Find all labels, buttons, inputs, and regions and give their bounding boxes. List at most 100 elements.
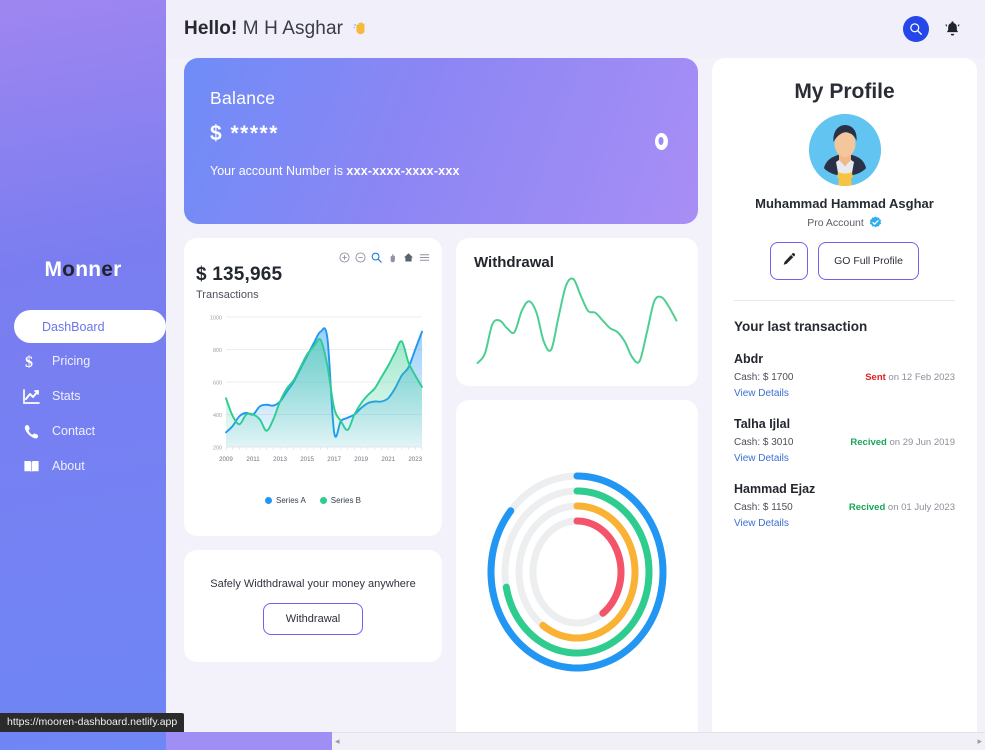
reset-zoom-icon[interactable] [403, 252, 414, 263]
transaction-line: Cash: $ 1700 Sent on 12 Feb 2023 [734, 372, 955, 383]
withdrawal-button[interactable]: Withdrawal [262, 602, 364, 635]
profile-name: Muhammad Hammad Asghar [755, 196, 934, 211]
account-type-label: Pro Account [807, 216, 864, 229]
transaction-meta: Recived on 01 July 2023 [849, 502, 955, 513]
list-item: Abdr Cash: $ 1700 Sent on 12 Feb 2023 Vi… [734, 352, 955, 399]
sidebar-bottom-edge [166, 732, 332, 750]
avatar [808, 114, 881, 186]
book-icon [22, 457, 41, 476]
radial-chart [477, 460, 677, 690]
svg-text:2019: 2019 [354, 456, 368, 463]
view-details-link[interactable]: View Details [734, 388, 955, 399]
transactions-area-chart: 200 400 600 800 1000 2009 2011 2013 2015 2017 2019… [196, 309, 430, 494]
brand-char-4: e [101, 258, 114, 281]
chart-legend: Series A Series B [196, 496, 430, 505]
go-full-profile-button[interactable]: GO Full Profile [818, 242, 919, 280]
brand-char-5: r [113, 258, 122, 281]
sidebar-item-label: Stats [52, 389, 81, 403]
svg-text:2009: 2009 [219, 456, 233, 463]
svg-text:200: 200 [213, 446, 222, 452]
search-icon[interactable] [903, 16, 929, 42]
svg-text:2013: 2013 [273, 456, 287, 463]
profile-panel: My Profile Muhammad Hammad Asghar Pro Ac… [712, 58, 977, 750]
profile-title: My Profile [794, 80, 895, 103]
view-details-link[interactable]: View Details [734, 518, 955, 529]
sidebar-item-about[interactable]: About [0, 449, 166, 483]
scroll-left-arrow[interactable]: ◂ [335, 736, 340, 747]
transaction-name: Abdr [734, 352, 764, 366]
sidebar-item-label: DashBoard [42, 319, 105, 334]
legend-label: Series A [275, 496, 306, 505]
profile-buttons: GO Full Profile [734, 242, 955, 280]
transaction-line: Cash: $ 1150 Recived on 01 July 2023 [734, 502, 955, 513]
legend-dot [264, 497, 272, 504]
legend-dot [319, 497, 327, 504]
svg-text:600: 600 [213, 381, 222, 387]
horizontal-scrollbar[interactable]: ◂ ▸ [332, 732, 985, 750]
edit-profile-button[interactable] [770, 242, 809, 280]
profile-account-type: Pro Account [734, 216, 955, 229]
scroll-right-arrow[interactable]: ▸ [977, 736, 982, 747]
balance-card: Balance $ ***** Your account Number is x… [184, 58, 698, 224]
withdrawal-title: Withdrawal [474, 254, 554, 271]
column-b: Withdrawal [456, 238, 698, 750]
phone-icon [22, 422, 41, 441]
content-area: Balance $ ***** Your account Number is x… [166, 58, 985, 750]
status-badge: Recived [850, 437, 887, 448]
view-details-link[interactable]: View Details [734, 453, 955, 464]
left-column: Balance $ ***** Your account Number is x… [184, 58, 698, 750]
bell-icon[interactable] [941, 18, 963, 40]
balance-account-line: Your account Number is xxx-xxxx-xxxx-xxx [210, 164, 672, 178]
transaction-date: on 01 July 2023 [885, 502, 955, 513]
page-title: Hello! M H Asghar [184, 18, 370, 40]
eye-icon[interactable] [650, 130, 672, 152]
main-area: Hello! M H Asghar Balance $ ***** Your a… [166, 0, 985, 750]
withdrawal-line-chart [474, 271, 680, 372]
status-bar-url: https://mooren-dashboard.netlify.app [0, 713, 185, 732]
divider [734, 300, 955, 301]
last-transaction-title: Your last transaction [734, 319, 868, 334]
transaction-cash: Cash: $ 3010 [734, 437, 794, 448]
sidebar-item-stats[interactable]: Stats [0, 379, 166, 413]
right-column: My Profile Muhammad Hammad Asghar Pro Ac… [712, 58, 977, 750]
column-a: $ 135,965 Transactions 200 400 600 800 1000 2… [184, 238, 442, 750]
pencil-icon [781, 252, 797, 271]
panning-icon[interactable] [387, 252, 398, 263]
sidebar-item-label: Pricing [52, 354, 91, 368]
svg-text:2021: 2021 [381, 456, 395, 463]
topbar-actions [903, 16, 963, 42]
cards-row: $ 135,965 Transactions 200 400 600 800 1000 2… [184, 238, 698, 750]
status-badge: Sent [865, 372, 886, 383]
svg-text:1000: 1000 [210, 316, 222, 322]
sidebar-item-label: About [52, 459, 85, 473]
dollar-icon: $ [22, 352, 41, 371]
withdraw-cta-card: Safely Widthdrawal your money anywhere W… [184, 550, 442, 662]
chart-toolbar [339, 252, 430, 263]
transaction-line: Cash: $ 3010 Recived on 29 Jun 2019 [734, 437, 955, 448]
menu-icon[interactable] [419, 252, 430, 263]
svg-text:2011: 2011 [246, 456, 260, 463]
transaction-date: on 12 Feb 2023 [885, 372, 955, 383]
sidebar-item-label: Contact [52, 424, 96, 438]
brand-logo: Monner [44, 258, 121, 282]
transactions-subtitle: Transactions [196, 289, 259, 301]
svg-text:800: 800 [213, 348, 222, 354]
legend-item[interactable]: Series B [319, 496, 362, 505]
brand-char-3: nn [75, 258, 102, 281]
legend-item[interactable]: Series A [264, 496, 306, 505]
zoom-in-icon[interactable] [339, 252, 350, 263]
withdrawal-chart-card: Withdrawal [456, 238, 698, 386]
selection-zoom-icon[interactable] [371, 252, 382, 263]
chart-icon [22, 387, 41, 406]
transaction-meta: Sent on 12 Feb 2023 [865, 372, 955, 383]
zoom-out-icon[interactable] [355, 252, 366, 263]
sidebar-item-contact[interactable]: Contact [0, 414, 166, 448]
transactions-amount: $ 135,965 [196, 264, 283, 285]
legend-label: Series B [330, 496, 362, 505]
app-root: Monner DashBoard $ Pricing Stats Contact… [0, 0, 985, 750]
sidebar-item-dashboard[interactable]: DashBoard [14, 310, 166, 343]
transaction-date: on 29 Jun 2019 [886, 437, 955, 448]
sidebar-item-pricing[interactable]: $ Pricing [0, 344, 166, 378]
svg-text:2023: 2023 [408, 456, 422, 463]
list-item: Talha Ijlal Cash: $ 3010 Recived on 29 J… [734, 417, 955, 464]
